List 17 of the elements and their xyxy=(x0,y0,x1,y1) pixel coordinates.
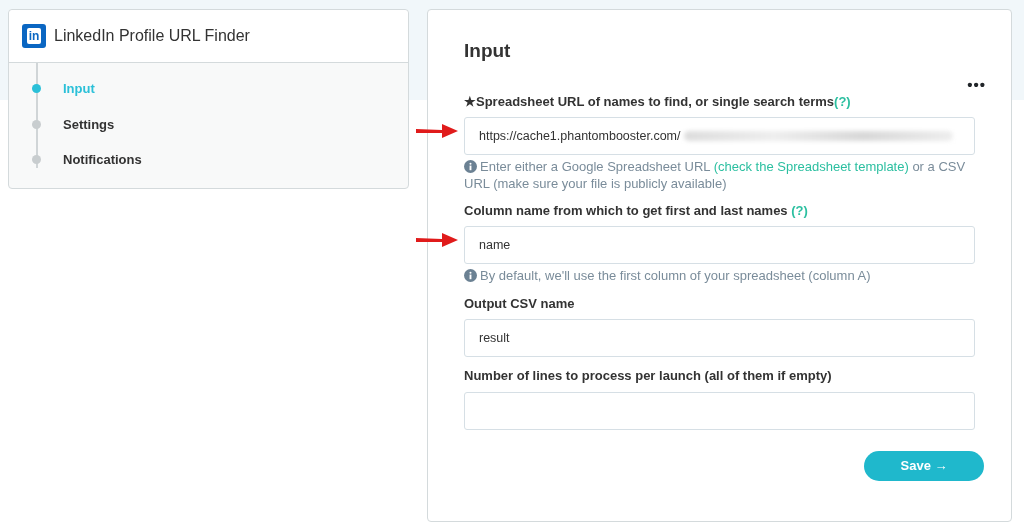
more-menu-button[interactable]: ••• xyxy=(967,76,986,92)
step-link[interactable]: Settings xyxy=(63,114,115,134)
step-link[interactable]: Notifications xyxy=(63,150,142,170)
app-title: LinkedIn Profile URL Finder xyxy=(54,26,250,46)
input-field[interactable] xyxy=(464,391,975,430)
input-field[interactable]: name xyxy=(464,226,975,265)
form-title: Input xyxy=(464,40,512,63)
help-text: By default, we'll use the first column of your spreadsheet (column A) xyxy=(464,268,975,285)
input-field[interactable]: result xyxy=(464,319,975,358)
field-label: ★Spreadsheet URL of names to find, or single search terms(?) xyxy=(464,92,852,111)
field-label: Output CSV name xyxy=(464,294,576,313)
info-icon xyxy=(464,269,477,283)
help-text: Enter either a Google Spreadsheet URL (check the Spreadsheet template) or a CSV URL (make sure your file is publicly available) xyxy=(464,159,967,192)
info-icon xyxy=(464,160,477,174)
field-label: Column name from which to get first and last names (?) xyxy=(464,201,809,220)
field-label: Number of lines to process per launch (all of them if empty) xyxy=(464,367,833,386)
linkedin-logo-icon: in xyxy=(22,24,46,48)
